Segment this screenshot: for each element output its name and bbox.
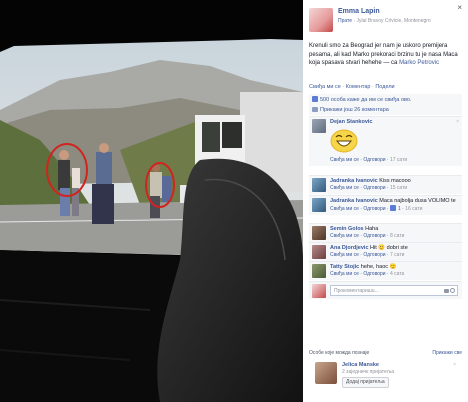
comment-item: Semin Golos Haha Свиђа ми се · Одговори … [309,223,462,242]
close-icon[interactable]: × [457,3,462,12]
comment-time[interactable]: 7 сати [390,252,404,258]
add-friend-label: Додај пријатеља [346,379,385,385]
pymk-header: Особе које можда познаје Прикажи све [309,350,462,356]
post-sidebar: × Emma Lapin Прате · Jylal Bravoy Crlvic… [303,0,468,402]
comment-meta: Свиђа ми се · Одговори · 15 сати [330,185,408,191]
pymk-card: Jelica Manske 2 заједничк пријатеља Дода… [315,362,394,388]
comment-reply-link[interactable]: Одговори [363,185,385,191]
laughing-sticker-icon [330,129,358,153]
comment-like-link[interactable]: Свиђа ми се [330,252,359,258]
close-icon[interactable]: × [456,119,459,125]
comment-text: Hit 🙂 dobri ste [370,245,408,251]
likes-text: 500 особа каже да им се свиђа ово. [320,97,412,103]
comment-input[interactable]: Прокоментаришu... [330,285,458,296]
comment-like-link[interactable]: Свиђа ми се [330,185,359,191]
commenter-avatar[interactable] [312,178,326,192]
comment-meta: Свиђа ми се · Одговори · 17 сати [330,157,408,163]
tagged-friend[interactable]: Marko Petrovic [399,60,439,66]
pymk-avatar[interactable] [315,362,337,384]
pymk-title: Особе које можда познаје [309,350,370,356]
comment-input-placeholder: Прокоментаришu... [334,288,379,294]
commenter-avatar[interactable] [312,226,326,240]
comment-text: Haha [365,226,379,232]
action-dot: · [342,84,345,90]
current-user-avatar [312,283,326,298]
author-name[interactable]: Emma Lapin [338,8,431,15]
commenter-avatar[interactable] [312,119,326,133]
commenter-name[interactable]: Jadranka Ivanovic [330,178,378,184]
comment-item: Dejan Stankovic Свиђа ми се · Одговори ·… [309,116,462,166]
comment-button[interactable]: Коментар [346,84,371,90]
commenter-avatar[interactable] [312,264,326,278]
post-actions: Свиђа ми се · Коментар · Подели [309,84,395,90]
comment-time[interactable]: 16 сати [405,206,422,212]
comment-like-count[interactable]: 1 [398,206,401,212]
commenter-name[interactable]: Tatty Stojic [330,264,359,270]
camera-icon[interactable] [444,289,449,293]
commenter-name[interactable]: Semin Golos [330,226,364,232]
post-text: Krenuli smo za Beograd jer nam je uskoro… [309,42,461,68]
share-button[interactable]: Подели [375,84,394,90]
post-author: Emma Lapin Прате · Jylal Bravoy Crlvicie… [309,8,431,32]
action-dot: · [371,84,374,90]
comment-item: Tatty Stojic hehe, haoc 🙂 Свиђа ми се · … [309,261,462,280]
comment-reply-link[interactable]: Одговори [363,206,385,212]
comment-reply-link[interactable]: Одговори [363,252,385,258]
with-prefix: — са [381,60,400,66]
view-previous-label: Прикажи још 26 коментара [320,107,389,113]
commenter-name[interactable]: Dejan Stankovic [330,119,458,126]
comment-meta: Свиђа ми се · Одговори · 8 сати [330,233,405,239]
thumbs-up-icon [312,96,318,102]
post-location[interactable]: Jylal Bravoy Crlvicie, Montenegro [357,18,431,24]
comment-reply-link[interactable]: Одговори [363,233,385,239]
commenter-name[interactable]: Jadranka Ivanovic [330,198,378,204]
like-button[interactable]: Свиђа ми се [309,84,341,90]
add-friend-button[interactable]: Додај пријатеља [342,377,389,388]
comment-like-link[interactable]: Свиђа ми се [330,206,359,212]
comment-item: Jadranka Ivanovic Kiss macooo Свиђа ми с… [309,175,462,194]
close-icon[interactable]: × [453,362,456,368]
comment-meta: Свиђа ми се · Одговори · 7 сати [330,252,405,258]
comment-bubble-icon [312,107,318,112]
comment-time[interactable]: 8 сати [390,233,404,239]
commenter-avatar[interactable] [312,198,326,212]
comment-like-link[interactable]: Свиђа ми се [330,157,359,163]
comment-like-link[interactable]: Свиђа ми се [330,233,359,239]
comment-text: Maca najbolja dusa VOLIMO te [379,198,456,204]
pymk-name[interactable]: Jelica Manske [342,362,394,369]
see-all-link[interactable]: Прикажи све [432,350,462,356]
commenter-name[interactable]: Ana Djordjevic [330,245,369,251]
comment-time[interactable]: 15 сати [390,185,407,191]
comment-text: hehe, haoc 🙂 [360,264,397,270]
pymk-mutual-friends[interactable]: 2 заједничк пријатеља [342,369,394,376]
comment-meta: Свиђа ми се · Одговори · 1 · 16 сати [330,205,423,212]
commenter-avatar[interactable] [312,245,326,259]
post-meta: Прате · Jylal Bravoy Crlvicie, Montenegr… [338,18,431,24]
write-comment-row: Прокоментаришu... [309,281,462,299]
emoji-icon[interactable] [450,288,455,293]
comment-meta: Свиђа ми се · Одговори · 4 сата [330,271,405,277]
comment-reply-link[interactable]: Одговори [363,271,385,277]
comment-item: Jadranka Ivanovic Maca najbolja dusa VOL… [309,195,462,215]
comment-reply-link[interactable]: Одговори [363,157,385,163]
follow-link[interactable]: Прате [338,18,352,24]
post-photo[interactable] [0,0,303,402]
comment-time[interactable]: 4 сата [390,271,404,277]
view-previous-comments[interactable]: Прикажи још 26 коментара [309,105,462,115]
thumbs-up-icon [389,205,396,211]
comment-time[interactable]: 17 сати [390,157,407,163]
author-avatar[interactable] [309,8,333,32]
photo-scene [0,0,303,402]
comment-item: Ana Djordjevic Hit 🙂 dobri ste Свиђа ми … [309,242,462,261]
comment-like-link[interactable]: Свиђа ми се [330,271,359,277]
comment-text: Kiss macooo [379,178,411,184]
